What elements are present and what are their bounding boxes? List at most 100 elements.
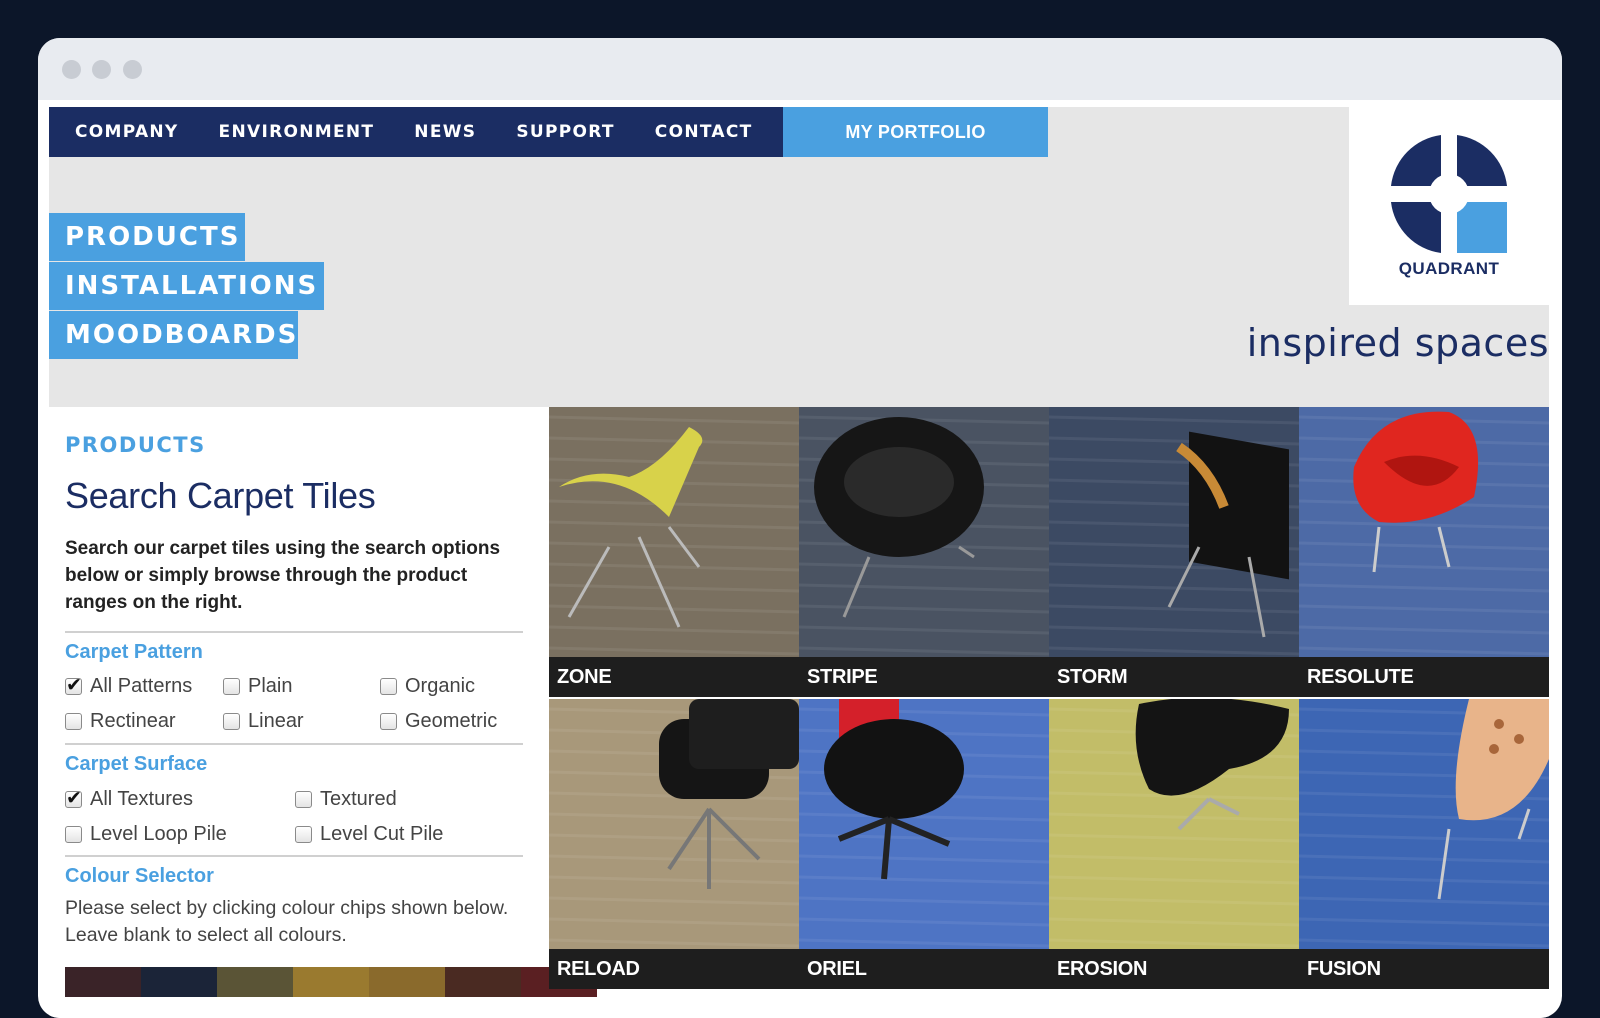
option-label: Rectinear <box>90 710 176 732</box>
product-tile-resolute[interactable]: RESOLUTE <box>1299 407 1549 697</box>
colour-chip[interactable] <box>369 967 445 997</box>
product-tile-fusion[interactable]: FUSION <box>1299 699 1549 989</box>
option-level-loop-pile[interactable]: Level Loop Pile <box>65 823 227 846</box>
my-portfolio-button[interactable]: MY PORTFOLIO <box>783 107 1048 157</box>
browser-chrome <box>38 38 1562 100</box>
product-tile-zone[interactable]: ZONE <box>549 407 799 697</box>
product-name: STRIPE <box>799 657 1049 697</box>
product-name: FUSION <box>1299 949 1549 989</box>
option-label: Level Cut Pile <box>320 823 444 845</box>
brand-logo[interactable]: QUADRANT <box>1349 107 1549 305</box>
divider <box>65 855 523 857</box>
product-image <box>549 407 799 657</box>
logo-wordmark: QUADRANT <box>1398 259 1500 278</box>
option-geometric[interactable]: Geometric <box>380 710 497 733</box>
checkbox[interactable] <box>295 791 312 808</box>
checkbox[interactable] <box>223 713 240 730</box>
product-tile-storm[interactable]: STORM <box>1049 407 1299 697</box>
carpet-pattern-heading: Carpet Pattern <box>65 641 203 663</box>
window-dot-minimize[interactable] <box>92 60 111 79</box>
colour-chip[interactable] <box>217 967 293 997</box>
option-label: Plain <box>248 675 293 697</box>
option-label: Geometric <box>405 710 498 732</box>
panel-eyebrow: PRODUCTS <box>65 433 206 457</box>
product-photo <box>1299 407 1549 657</box>
option-label: All Textures <box>90 788 194 810</box>
product-photo <box>1299 699 1549 949</box>
window-dot-maximize[interactable] <box>123 60 142 79</box>
colour-chip[interactable] <box>445 967 521 997</box>
option-level-cut-pile[interactable]: Level Cut Pile <box>295 823 443 846</box>
quadrant-logo-icon <box>1391 135 1507 253</box>
nav-link-news[interactable]: NEWS <box>414 122 476 142</box>
option-textured[interactable]: Textured <box>295 788 397 811</box>
panel-title: Search Carpet Tiles <box>65 475 376 516</box>
checkbox[interactable] <box>380 713 397 730</box>
colour-selector-heading: Colour Selector <box>65 865 214 887</box>
product-tile-erosion[interactable]: EROSION <box>1049 699 1299 989</box>
checkbox[interactable] <box>223 678 240 695</box>
product-image <box>1299 407 1549 657</box>
divider <box>65 743 523 745</box>
main-nav-moodboards[interactable]: MOODBOARDS <box>49 311 298 359</box>
colour-chip[interactable] <box>293 967 369 997</box>
product-image <box>799 699 1049 949</box>
checkbox-checked[interactable] <box>65 674 82 696</box>
option-linear[interactable]: Linear <box>223 710 304 733</box>
brand-tagline: inspired spaces <box>1246 321 1549 365</box>
top-navigation: COMPANY ENVIRONMENT NEWS SUPPORT CONTACT <box>49 107 783 157</box>
nav-link-company[interactable]: COMPANY <box>75 122 179 142</box>
product-image <box>1299 699 1549 949</box>
main-nav-installations[interactable]: INSTALLATIONS <box>49 262 324 310</box>
product-name: ZONE <box>549 657 799 697</box>
carpet-surface-heading: Carpet Surface <box>65 753 208 775</box>
main-nav-products[interactable]: PRODUCTS <box>49 213 245 261</box>
product-photo <box>549 407 799 657</box>
option-plain[interactable]: Plain <box>223 675 292 698</box>
option-all-patterns[interactable]: All Patterns <box>65 674 193 698</box>
option-label: Level Loop Pile <box>90 823 227 845</box>
product-image <box>1049 699 1299 949</box>
product-photo <box>1049 699 1299 949</box>
option-organic[interactable]: Organic <box>380 675 475 698</box>
checkbox[interactable] <box>295 826 312 843</box>
panel-intro: Search our carpet tiles using the search… <box>65 538 501 613</box>
colour-chip-row <box>65 967 597 997</box>
option-rectinear[interactable]: Rectinear <box>65 710 176 733</box>
nav-link-environment[interactable]: ENVIRONMENT <box>219 122 375 142</box>
nav-link-contact[interactable]: CONTACT <box>655 122 753 142</box>
product-image <box>549 699 799 949</box>
product-name: EROSION <box>1049 949 1299 989</box>
checkbox-checked[interactable] <box>65 787 82 809</box>
colour-selector-help: Please select by clicking colour chips s… <box>65 897 509 946</box>
divider <box>65 631 523 633</box>
window-dot-close[interactable] <box>62 60 81 79</box>
checkbox[interactable] <box>65 713 82 730</box>
web-page: COMPANY ENVIRONMENT NEWS SUPPORT CONTACT… <box>49 107 1549 1018</box>
colour-chip[interactable] <box>141 967 217 997</box>
product-image <box>1049 407 1299 657</box>
option-label: All Patterns <box>90 675 193 697</box>
option-label: Organic <box>405 675 476 697</box>
option-all-textures[interactable]: All Textures <box>65 787 194 811</box>
product-name: RELOAD <box>549 949 799 989</box>
browser-window: COMPANY ENVIRONMENT NEWS SUPPORT CONTACT… <box>38 38 1562 1018</box>
product-grid: ZONE STRIPE STORM RESOLUTE RELOAD ORIEL EROSIO… <box>549 407 1549 1018</box>
product-name: RESOLUTE <box>1299 657 1549 697</box>
product-photo <box>799 699 1049 949</box>
product-name: STORM <box>1049 657 1299 697</box>
product-tile-stripe[interactable]: STRIPE <box>799 407 1049 697</box>
product-photo <box>549 699 799 949</box>
checkbox[interactable] <box>65 826 82 843</box>
option-label: Textured <box>320 788 397 810</box>
product-photo <box>1049 407 1299 657</box>
product-name: ORIEL <box>799 949 1049 989</box>
colour-chip[interactable] <box>65 967 141 997</box>
option-label: Linear <box>248 710 304 732</box>
checkbox[interactable] <box>380 678 397 695</box>
product-tile-oriel[interactable]: ORIEL <box>799 699 1049 989</box>
product-image <box>799 407 1049 657</box>
site-header: COMPANY ENVIRONMENT NEWS SUPPORT CONTACT… <box>49 107 1549 407</box>
product-tile-reload[interactable]: RELOAD <box>549 699 799 989</box>
nav-link-support[interactable]: SUPPORT <box>516 122 614 142</box>
